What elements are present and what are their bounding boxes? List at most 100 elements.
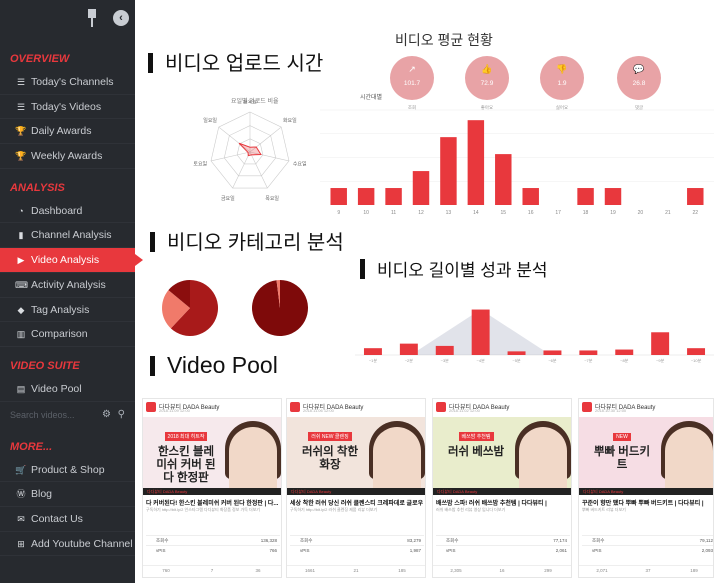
channel-logo <box>582 402 592 412</box>
views-label: 조회수 <box>446 538 459 543</box>
sidebar-item-label: Activity Analysis <box>31 278 106 291</box>
avg-status-title: 비디오 평균 현황 <box>395 32 493 48</box>
length-bar-tick-label: ~7분 <box>584 358 593 363</box>
avg-metric-value: 72.9 <box>480 80 494 87</box>
length-bar-tick-label: ~5분 <box>512 358 521 363</box>
avg-metric-circle: ↗ 101.7 <box>390 56 434 100</box>
video-description: 구독하기 http://bit.ly/2 인스타그램 다다뷰티 화장품 정보 가… <box>146 507 260 512</box>
sidebar-item-label: Today's Channels <box>31 76 114 88</box>
video-thumbnail[interactable]: 베쓰밤 추천템 러쉬 베쓰밤 다다뷰티 DADA Beauty <box>433 417 571 495</box>
section-more: MORE... <box>10 440 53 453</box>
video-title[interactable]: 배쓰밤 스파! 러쉬 배쓰밤 추천템 | 다다뷰티 | <box>436 498 570 507</box>
comments-count: 189 <box>690 568 698 573</box>
video-thumbnail[interactable]: 러쉬 NEW 클렌징 러쉬의 착한 화장 다다뷰티 DADA Beauty <box>287 417 425 495</box>
sidebar-item-label: Product & Shop <box>31 463 105 476</box>
collapse-icon[interactable]: ‹ <box>113 10 129 26</box>
sidebar-item-activity-analysis[interactable]: ⌨ Activity Analysis <box>0 273 135 298</box>
sidebar-item-today-s-videos[interactable]: ☰ Today's Videos <box>0 95 135 120</box>
channel-logo <box>436 402 446 412</box>
line-chart-icon: ↗ <box>408 64 416 74</box>
views-value: 136,328 <box>260 538 277 543</box>
dashboard-icon: ◔ <box>18 205 24 216</box>
sidebar-item-dashboard[interactable]: ◔ Dashboard <box>0 199 135 224</box>
sidebar-item-product-shop[interactable]: 🛒 Product & Shop <box>0 458 135 483</box>
video-description: 구독하기 http://bit.ly/2 러쉬 클렌징 제품 리뷰 더보기 <box>290 507 378 512</box>
radar-axis-label: 수요일 <box>293 160 307 167</box>
avg-metric-circle: 💬 26.8 <box>617 56 661 100</box>
thumbnail-caption: 베쓰밤 추천템 러쉬 베쓰밤 <box>443 425 509 459</box>
views-label: 조회수 <box>300 538 313 543</box>
sidebar-item-video-pool[interactable]: ▤ Video Pool <box>0 377 135 402</box>
length-bar <box>435 345 454 355</box>
sidebar-item-label: Daily Awards <box>31 125 92 138</box>
youtube-icon: ▶ <box>17 255 25 266</box>
video-date: 2018.11.02 12:00 <box>449 408 480 413</box>
hour-bar <box>604 188 622 205</box>
video-card[interactable]: 다다뷰티 DADA Beauty 2018.10.30 12:00 NEW 뿌빠… <box>578 398 714 578</box>
thumbnail-headline: 러쉬의 착한 화장 <box>301 446 359 471</box>
main-content: 비디오 업로드 시간 요일별 업로드 비율 월요일 화요일 수요일 목요일 금요일 토요일… <box>135 0 714 583</box>
video-card[interactable]: 다다뷰티 DADA Beauty 2018.11.02 12:00 베쓰밤 추천… <box>432 398 572 578</box>
search-input[interactable]: Search videos... <box>10 410 75 420</box>
sidebar-item-add-youtube-channel[interactable]: ⊞ Add Youtube Channel <box>0 532 135 557</box>
dislikes-count: 16 <box>499 568 505 573</box>
video-thumbnail[interactable]: 2018 최대 히트작 한스킨 블레미쉬 커버 된다 한정판 다다뷰티 DADA… <box>143 417 281 495</box>
video-card-header: 다다뷰티 DADA Beauty 2018.11.06 12:00 <box>287 399 425 415</box>
avg-metric-circle: 👍 72.9 <box>465 56 509 100</box>
sidebar-item-label: Comparison <box>31 328 88 341</box>
sidebar-item-label: Contact Us <box>31 512 83 525</box>
hour-bar-tick-label: 13 <box>446 210 452 216</box>
video-card-header: 다다뷰티 DADA Beauty 2018.11.09 12:00 <box>143 399 281 415</box>
views-value: 83,279 <box>407 538 421 543</box>
likes-count: 1661 <box>304 568 315 573</box>
views-row: 조회수 79,112 <box>582 535 713 544</box>
video-stats-footer: 760 7 36 <box>143 565 281 577</box>
thumbnail-banner: 다다뷰티 DADA Beauty <box>579 488 713 495</box>
video-title[interactable]: 다 커버된다! 한스킨 블레미쉬 커버 된다 한정판 | 다... <box>146 498 280 507</box>
channel-logo <box>146 402 156 412</box>
pin-icon[interactable] <box>86 9 98 27</box>
length-bar-tick-label: ~10분 <box>691 358 702 363</box>
radar-axis-label: 월요일 <box>243 100 257 105</box>
video-title[interactable]: 세상 착한 러쉬 당신 러쉬 클렌스티 크레파데로 글로우 ... <box>290 498 424 507</box>
length-bar <box>363 348 382 355</box>
comments-count: 36 <box>255 568 261 573</box>
video-card[interactable]: 다다뷰티 DADA Beauty 2018.11.06 12:00 러쉬 NEW… <box>286 398 426 578</box>
thumbnail-tag: NEW <box>613 433 631 441</box>
video-description: 뿌빠 버드키트 리뷰 더보기 <box>582 507 626 512</box>
length-bar-tick-label: ~6분 <box>548 358 557 363</box>
sidebar-item-comparison[interactable]: ▥ Comparison <box>0 322 135 347</box>
video-title[interactable]: 꾸준이 향만 뗐다 뿌빠 뿌빠 버드키트 | 다다뷰티 | <box>582 498 713 507</box>
video-card[interactable]: 다다뷰티 DADA Beauty 2018.11.09 12:00 2018 최… <box>142 398 282 578</box>
views-value: 77,174 <box>553 538 567 543</box>
search-videos-field[interactable]: Search videos... ⚙ ⚲ <box>0 402 135 428</box>
video-date: 2018.11.09 12:00 <box>159 408 190 413</box>
vpi-label: vPIS <box>300 548 310 553</box>
length-bar <box>471 309 490 355</box>
vpi-row: vPIS 2,061 <box>436 545 570 554</box>
sidebar-item-today-s-channels[interactable]: ☰ Today's Channels <box>0 70 135 95</box>
sidebar-item-weekly-awards[interactable]: 🏆 Weekly Awards <box>0 144 135 169</box>
gear-icon[interactable]: ⚙ <box>102 402 111 428</box>
sidebar-item-label: Video Pool <box>31 382 82 395</box>
banner-channel: 다다뷰티 DADA Beauty <box>437 489 478 494</box>
sidebar-item-video-analysis[interactable]: ▶ Video Analysis <box>0 248 143 273</box>
avg-metric-value: 101.7 <box>403 80 421 87</box>
avg-metric-circle: 👎 1.9 <box>540 56 584 100</box>
sidebar-item-contact-us[interactable]: ✉ Contact Us <box>0 507 135 532</box>
video-thumbnail[interactable]: NEW 뿌빠 버드키트 다다뷰티 DADA Beauty <box>579 417 713 495</box>
sidebar-item-tag-analysis[interactable]: ◆ Tag Analysis <box>0 298 135 323</box>
length-bar-tick-label: ~8분 <box>620 358 629 363</box>
hour-bar <box>495 154 512 205</box>
sidebar: ‹ OVERVIEW ☰ Today's Channels ☰ Today's Vid… <box>0 0 143 583</box>
video-stats-footer: 2,305 16 299 <box>433 565 571 577</box>
sidebar-item-daily-awards[interactable]: 🏆 Daily Awards <box>0 119 135 145</box>
vpi-value: 1,987 <box>409 548 421 553</box>
sidebar-item-blog[interactable]: Ⓦ Blog <box>0 482 135 507</box>
hour-bar <box>577 188 594 205</box>
hour-bar <box>467 120 485 205</box>
sidebar-item-channel-analysis[interactable]: ▮ Channel Analysis <box>0 223 135 249</box>
envelope-icon: ✉ <box>17 513 25 524</box>
section-analysis: ANALYSIS <box>10 181 65 194</box>
search-icon[interactable]: ⚲ <box>118 402 125 428</box>
